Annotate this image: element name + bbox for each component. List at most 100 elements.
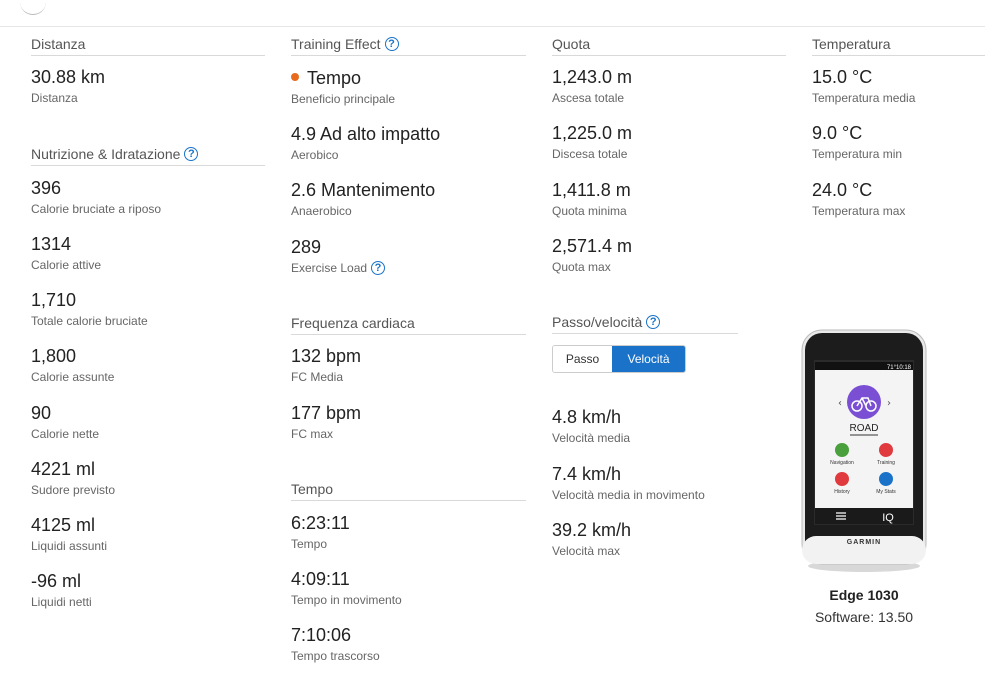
column-elevation-speed: Quota 1,243.0 m Ascesa totale 1,225.0 m Di… xyxy=(552,35,786,558)
section-title-text: Frequenza cardiaca xyxy=(291,315,415,331)
stat-label: Beneficio principale xyxy=(291,92,396,106)
stat-time-1: 4:09:11 Tempo in movimento xyxy=(291,568,402,607)
section-title-nutrition: Nutrizione & Idratazione ? xyxy=(31,145,265,166)
stat-label: Aerobico xyxy=(291,148,339,162)
stat-label: Calorie attive xyxy=(31,258,102,272)
stat-hr-0: 132 bpm FC Media xyxy=(291,345,361,384)
stat-value: 1314 xyxy=(31,234,72,254)
section-title-distance: Distanza xyxy=(31,35,265,56)
stat-label-text: Exercise Load xyxy=(291,261,368,275)
section-title-pace-speed: Passo/velocità ? xyxy=(552,313,738,334)
stat-value: 4.9 Ad alto impatto xyxy=(291,124,441,144)
section-title-text: Temperatura xyxy=(812,36,891,52)
stat-value: 289 xyxy=(291,237,322,257)
chevron-left-icon: ‹ xyxy=(838,398,842,409)
help-icon[interactable]: ? xyxy=(384,37,399,51)
stat-value: 4221 ml xyxy=(31,459,96,479)
stat-elev-0: 1,243.0 m Ascesa totale xyxy=(552,66,632,105)
stat-value: 15.0 °C xyxy=(812,67,873,87)
stat-temp-0: 15.0 °C Temperatura media xyxy=(812,66,915,105)
top-arc xyxy=(20,0,46,15)
stat-label: Calorie nette xyxy=(31,427,100,441)
stat-label: Tempo in movimento xyxy=(291,593,402,607)
stat-value: 4.8 km/h xyxy=(552,407,622,427)
stat-label: FC max xyxy=(291,427,333,441)
stat-temp-2: 24.0 °C Temperatura max xyxy=(812,179,905,218)
device-tile-my-stats: My Stats xyxy=(876,489,896,495)
stat-label: Ascesa totale xyxy=(552,91,625,105)
stat-time-2: 7:10:06 Tempo trascorso xyxy=(291,624,380,663)
section-title-training-effect: Training Effect ? xyxy=(291,35,526,56)
help-icon[interactable]: ? xyxy=(184,147,199,161)
connect-iq-icon: IQ xyxy=(882,512,894,524)
stat-elev-3: 2,571.4 m Quota max xyxy=(552,235,632,274)
stat-label: Velocità media in movimento xyxy=(552,488,705,502)
stat-label: Calorie assunte xyxy=(31,370,115,384)
speed-toggle-button[interactable]: Velocità xyxy=(612,346,685,372)
stat-value: 4125 ml xyxy=(31,515,96,535)
stat-value: 39.2 km/h xyxy=(552,520,632,540)
training-icon xyxy=(879,443,893,457)
stat-nutrition-3: 1,800 Calorie assunte xyxy=(31,345,114,384)
stat-label: FC Media xyxy=(291,370,344,384)
stat-nutrition-0: 396 Calorie bruciate a riposo xyxy=(31,177,161,216)
stat-elev-2: 1,411.8 m Quota minima xyxy=(552,179,631,218)
stat-te-1: 4.9 Ad alto impatto Aerobico xyxy=(291,123,440,162)
stat-value: 7.4 km/h xyxy=(552,464,622,484)
stat-distance: 30.88 km Distanza xyxy=(31,66,105,105)
stat-value: 6:23:11 xyxy=(291,513,350,533)
stat-nutrition-5: 4221 ml Sudore previsto xyxy=(31,458,115,497)
help-icon[interactable]: ? xyxy=(371,261,386,275)
stat-te-3: 289 Exercise Load? xyxy=(291,236,386,275)
stat-label: Velocità max xyxy=(552,544,621,558)
device-name: Edge 1030 xyxy=(829,587,899,603)
stat-value: -96 ml xyxy=(31,571,82,591)
section-title-time: Tempo xyxy=(291,480,526,501)
stat-label: Tempo xyxy=(291,537,328,551)
stat-label: Discesa totale xyxy=(552,147,628,161)
section-title-text: Training Effect xyxy=(291,36,381,52)
stat-value: 1,243.0 m xyxy=(552,67,633,87)
section-title-text: Passo/velocità xyxy=(552,314,643,330)
stat-label: Calorie bruciate a riposo xyxy=(31,202,162,216)
stat-value: Tempo xyxy=(291,67,395,89)
stat-time-0: 6:23:11 Tempo xyxy=(291,512,350,551)
section-title-text: Quota xyxy=(552,36,591,52)
stat-label: Velocità media xyxy=(552,431,631,445)
stat-value-text: Tempo xyxy=(307,68,362,88)
stat-label: Temperatura min xyxy=(812,147,903,161)
navigation-icon xyxy=(835,443,849,457)
stat-value: 132 bpm xyxy=(291,346,362,366)
stat-te-0: Tempo Beneficio principale xyxy=(291,67,395,106)
stat-nutrition-7: -96 ml Liquidi netti xyxy=(31,570,92,609)
stat-label: Quota minima xyxy=(552,204,627,218)
section-title-text: Nutrizione & Idratazione xyxy=(31,146,181,162)
device-software-version: Software: 13.50 xyxy=(814,609,914,625)
stat-speed-0: 4.8 km/h Velocità media xyxy=(552,406,630,445)
stat-label: Tempo trascorso xyxy=(291,649,380,663)
stat-hr-1: 177 bpm FC max xyxy=(291,402,361,441)
stat-label: Quota max xyxy=(552,260,611,274)
section-title-text: Distanza xyxy=(31,36,86,52)
stat-speed-2: 39.2 km/h Velocità max xyxy=(552,519,631,558)
garmin-logo: GARMIN xyxy=(847,539,881,546)
orange-dot-icon xyxy=(291,73,299,82)
device-tile-history: History xyxy=(834,489,850,495)
stat-value: 2,571.4 m xyxy=(552,236,633,256)
section-title-elevation: Quota xyxy=(552,35,786,56)
stat-value: 1,710 xyxy=(31,290,77,310)
section-title-heart-rate: Frequenza cardiaca xyxy=(291,314,526,335)
column-distance-nutrition: Distanza 30.88 km Distanza Nutrizione & … xyxy=(31,35,265,609)
stat-value: 1,411.8 m xyxy=(552,180,631,200)
device-tile-navigation: Navigation xyxy=(830,460,854,466)
garmin-edge-device-image: 71° 10:18 ‹ › ROAD Navigation Training H… xyxy=(801,329,927,572)
stat-value: 90 xyxy=(31,403,52,423)
column-temperature: Temperatura 15.0 °C Temperatura media 9.0… xyxy=(812,35,985,218)
stat-nutrition-6: 4125 ml Liquidi assunti xyxy=(31,514,107,553)
column-training-hr-time: Training Effect ? Tempo Beneficio princi… xyxy=(291,35,526,663)
device-profile-label: ROAD xyxy=(850,423,879,434)
help-icon[interactable]: ? xyxy=(646,315,661,329)
pace-toggle-button[interactable]: Passo xyxy=(553,346,612,372)
stat-te-2: 2.6 Mantenimento Anaerobico xyxy=(291,179,435,218)
stat-nutrition-4: 90 Calorie nette xyxy=(31,402,99,441)
